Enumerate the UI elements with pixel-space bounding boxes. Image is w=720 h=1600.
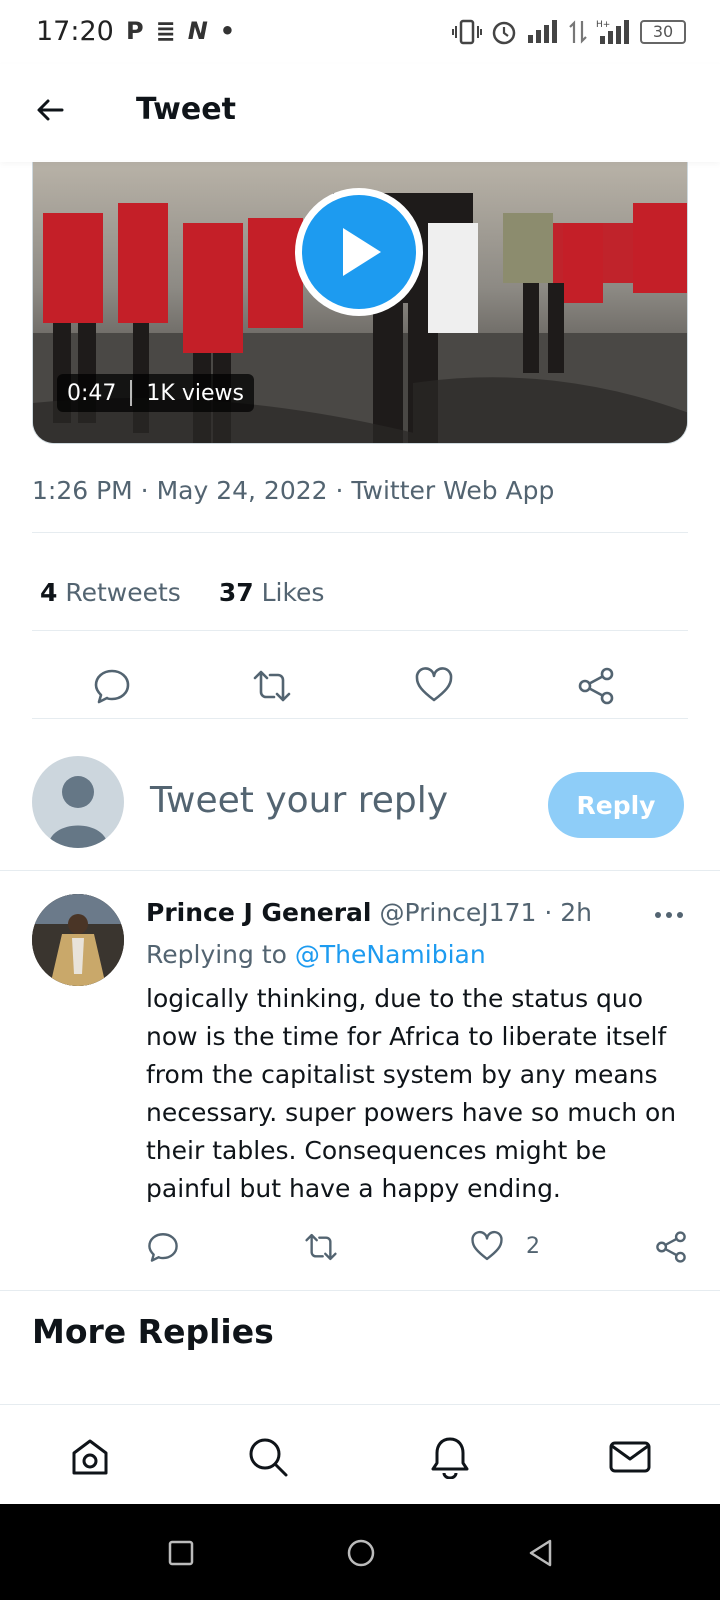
messages-icon[interactable] [608, 1435, 652, 1479]
play-icon [343, 228, 381, 276]
signal-icon [528, 20, 557, 43]
share-icon[interactable] [654, 1230, 688, 1264]
divider [32, 718, 688, 719]
divider [32, 630, 688, 631]
data-transfer-icon [569, 20, 587, 44]
tweet-actions [32, 656, 688, 716]
badge-separator [130, 380, 133, 406]
notifications-icon[interactable] [428, 1435, 472, 1479]
like-icon[interactable] [470, 1230, 504, 1264]
retweets-stat[interactable]: 4 Retweets [40, 578, 181, 607]
retweet-icon[interactable] [304, 1230, 338, 1264]
reply-author-handle[interactable]: @PrinceJ171 · 2h [379, 898, 592, 927]
news-icon: ≣ [155, 17, 176, 45]
signal-hplus-icon: H+ [596, 20, 629, 44]
divider [0, 870, 720, 871]
divider [0, 1290, 720, 1291]
battery-icon: 30 [640, 20, 686, 44]
retweet-icon[interactable] [252, 666, 292, 706]
reply-author-avatar[interactable] [32, 894, 124, 986]
page-title: Tweet [136, 92, 236, 127]
reply-header: Prince J General @PrinceJ171 · 2h [146, 898, 592, 927]
status-bar: 17:20 P ≣ N • H+ 30 [0, 0, 720, 64]
video-duration: 0:47 [67, 380, 117, 406]
svg-text:H+: H+ [596, 20, 610, 30]
status-time: 17:20 [36, 16, 114, 47]
recent-apps-icon[interactable] [166, 1538, 196, 1568]
likes-count: 37 [218, 578, 254, 607]
tweet-timestamp[interactable]: 1:26 PM · May 24, 2022 · Twitter Web App [32, 476, 554, 505]
replying-to-label: Replying to [146, 940, 287, 969]
reply-text: logically thinking, due to the status qu… [146, 984, 677, 1203]
share-icon[interactable] [576, 666, 616, 706]
p-app-icon: P [126, 17, 144, 45]
video-info-badge: 0:47 1K views [57, 374, 254, 412]
play-button[interactable] [295, 188, 423, 316]
n-app-icon: N [187, 17, 208, 45]
replying-to: Replying to @TheNamibian [146, 940, 486, 969]
system-status-icons: H+ 30 [452, 18, 686, 46]
retweets-count: 4 [40, 578, 58, 607]
avatar [32, 756, 124, 848]
arrow-left-icon[interactable] [34, 94, 66, 126]
retweets-label: Retweets [65, 578, 181, 607]
reply-icon[interactable] [92, 666, 132, 706]
video-views: 1K views [146, 380, 244, 406]
reply-icon[interactable] [146, 1230, 180, 1264]
tweet-stats: 4 Retweets 37 Likes [40, 578, 324, 607]
notification-icons: P ≣ N • [126, 16, 235, 46]
home-button-icon[interactable] [346, 1538, 376, 1568]
reply-button[interactable]: Reply [548, 772, 684, 838]
reply-actions: 2 [146, 1230, 686, 1270]
system-navigation-bar [0, 1504, 720, 1600]
video-player[interactable]: 0:47 1K views [32, 160, 688, 444]
back-button-icon[interactable] [526, 1538, 556, 1568]
search-icon[interactable] [246, 1435, 290, 1479]
reply-like-count: 2 [526, 1234, 540, 1259]
bottom-navigation [0, 1404, 720, 1504]
vibrate-icon [452, 19, 482, 45]
likes-label: Likes [261, 578, 325, 607]
dot-icon: • [219, 17, 236, 45]
default-avatar-icon [48, 776, 108, 848]
home-icon[interactable] [68, 1435, 112, 1479]
reply-author-name[interactable]: Prince J General [146, 898, 372, 927]
likes-stat[interactable]: 37 Likes [219, 578, 325, 607]
section-title: More Replies [32, 1312, 274, 1351]
reply-input[interactable]: Tweet your reply [150, 780, 448, 821]
like-icon[interactable] [414, 666, 454, 706]
replying-to-mention[interactable]: @TheNamibian [295, 940, 486, 969]
more-options-icon[interactable] [654, 902, 684, 928]
profile-photo [32, 894, 124, 986]
alarm-icon [492, 21, 516, 45]
top-header: Tweet [0, 64, 720, 162]
divider [32, 532, 688, 533]
